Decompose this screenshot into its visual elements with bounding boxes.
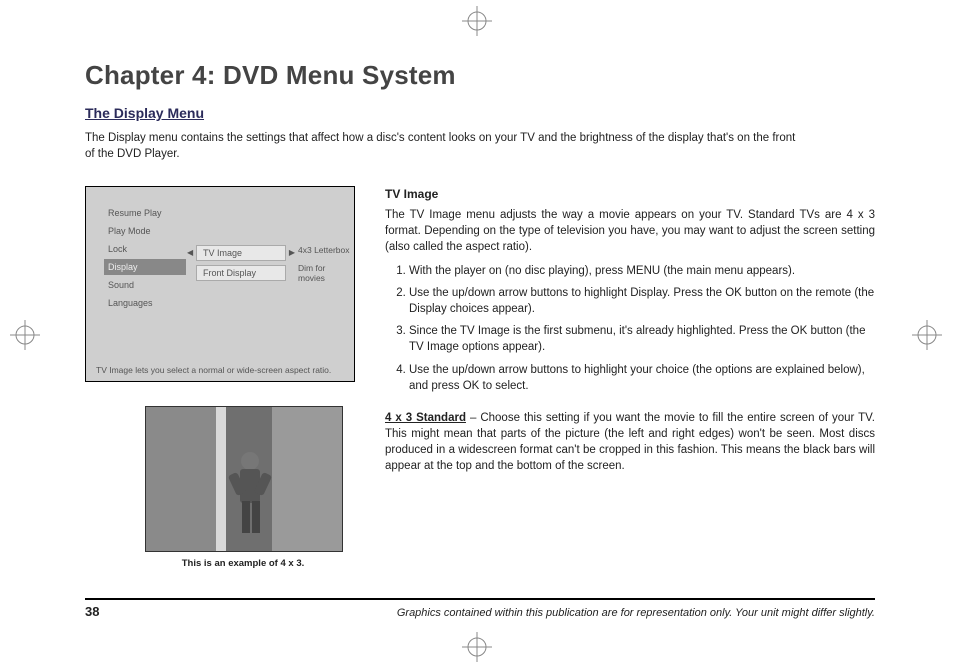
- menu-value: Dim for movies: [298, 263, 354, 283]
- intro-paragraph: The Display menu contains the settings t…: [85, 131, 805, 162]
- standard-label: 4 x 3 Standard: [385, 412, 466, 424]
- menu-item: Play Mode: [104, 223, 186, 239]
- menu-screenshot: Resume Play Play Mode Lock Display Sound…: [85, 186, 355, 382]
- crop-mark-right: [912, 320, 942, 350]
- tv-image-paragraph: The TV Image menu adjusts the way a movi…: [385, 207, 875, 255]
- right-column: TV Image The TV Image menu adjusts the w…: [385, 186, 875, 569]
- tv-image-heading: TV Image: [385, 186, 875, 203]
- menu-item-selected: Display: [104, 259, 186, 275]
- photo-caption: This is an example of 4 x 3.: [145, 558, 341, 569]
- crop-mark-bottom: [462, 632, 492, 662]
- page-number: 38: [85, 604, 99, 619]
- menu-item: Resume Play: [104, 205, 186, 221]
- page-footer: 38 Graphics contained within this public…: [85, 598, 875, 619]
- menu-submenu: TV Image: [196, 245, 286, 261]
- step-item: With the player on (no disc playing), pr…: [409, 263, 875, 279]
- footer-note: Graphics contained within this publicati…: [397, 607, 875, 619]
- crop-mark-top: [462, 6, 492, 36]
- standard-paragraph: 4 x 3 Standard – Choose this setting if …: [385, 410, 875, 474]
- chapter-title: Chapter 4: DVD Menu System: [85, 60, 875, 91]
- menu-mid-list: TV Image Front Display: [196, 245, 286, 285]
- step-item: Since the TV Image is the first submenu,…: [409, 323, 875, 355]
- menu-caption: TV Image lets you select a normal or wid…: [96, 365, 331, 375]
- menu-item: Languages: [104, 295, 186, 311]
- page-content: Chapter 4: DVD Menu System The Display M…: [85, 60, 875, 569]
- menu-right-list: 4x3 Letterbox Dim for movies: [298, 245, 354, 291]
- menu-submenu: Front Display: [196, 265, 286, 281]
- menu-left-list: Resume Play Play Mode Lock Display Sound…: [104, 205, 186, 313]
- menu-item: Sound: [104, 277, 186, 293]
- menu-value: 4x3 Letterbox: [298, 245, 354, 255]
- crop-mark-left: [10, 320, 40, 350]
- menu-item: Lock: [104, 241, 186, 257]
- example-photo: [145, 406, 343, 552]
- step-item: Use the up/down arrow buttons to highlig…: [409, 362, 875, 394]
- section-title: The Display Menu: [85, 105, 875, 121]
- steps-list: With the player on (no disc playing), pr…: [385, 263, 875, 394]
- step-item: Use the up/down arrow buttons to highlig…: [409, 285, 875, 317]
